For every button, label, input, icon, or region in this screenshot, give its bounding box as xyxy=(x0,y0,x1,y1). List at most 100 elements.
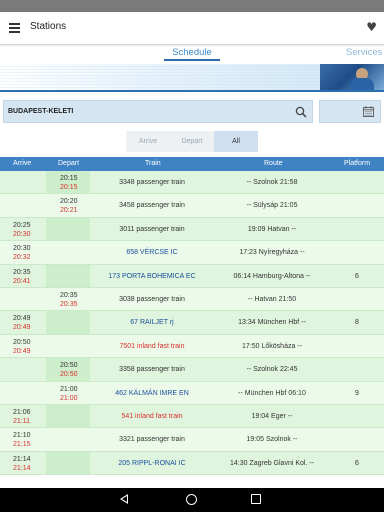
calendar-icon[interactable] xyxy=(363,106,374,117)
header-platform: Platform xyxy=(344,160,371,167)
arrive-actual: 20:49 xyxy=(13,347,31,355)
route-text: 06:14 Hamburg-Altona -- xyxy=(233,272,311,280)
tab-bar: Schedule Services xyxy=(0,44,384,64)
arrive-cell: 21:06 21:11 xyxy=(0,405,46,427)
station-search-value: BUDAPEST-KELETI xyxy=(8,108,74,115)
route-text: 14:30 Zagreb Glavni Kol. -- xyxy=(229,459,315,467)
table-row[interactable]: 20:15 20:15 3348 passenger train -- Szolnok… xyxy=(0,171,384,195)
header-depart: Depart xyxy=(58,160,80,167)
arrive-actual: 20:49 xyxy=(13,324,31,332)
table-row[interactable]: 20:20 20:21 3458 passenger train -- Sülysáp… xyxy=(0,194,384,218)
arrive-actual: 21:14 xyxy=(13,464,31,472)
arrive-cell: 20:49 20:49 xyxy=(0,311,46,333)
header-banner xyxy=(0,64,384,92)
table-row[interactable]: 20:50 20:50 3358 passenger train -- Szolnok… xyxy=(0,358,384,382)
arrive-scheduled: 20:30 xyxy=(13,245,31,253)
table-row[interactable]: 21:14 21:14 205 RIPPL-RONAI IC 14:30 Zagreb… xyxy=(0,451,384,476)
table-row[interactable]: 20:25 20:30 3011 passenger train 19:09 Hatv… xyxy=(0,217,384,242)
train-name: 67 RAILJET rj xyxy=(130,319,174,327)
table-row[interactable]: 20:30 20:32 658 VÉRCSE IC 17:23 Nyíregyháza… xyxy=(0,241,384,265)
schedule-table: 20:15 20:15 3348 passenger train -- Szolnok… xyxy=(0,171,384,476)
arrive-scheduled: 21:10 xyxy=(13,432,31,440)
table-row[interactable]: 20:49 20:49 67 RAILJET rj 13:34 München Hbf… xyxy=(0,311,384,335)
arrive-scheduled: 20:49 xyxy=(13,315,31,323)
arrive-scheduled: 20:25 xyxy=(13,221,31,229)
depart-actual: 21:00 xyxy=(60,394,78,402)
arrive-cell: 20:30 20:32 xyxy=(0,241,46,263)
train-name: 173 PORTA BOHEMICA EC xyxy=(108,272,196,280)
home-icon[interactable] xyxy=(186,494,197,505)
depart-cell: 20:50 20:50 xyxy=(46,358,90,381)
arrive-cell: 21:10 21:15 xyxy=(0,428,46,450)
platform-number: 8 xyxy=(355,319,359,327)
banner-divider xyxy=(0,90,384,92)
table-row[interactable]: 20:35 20:41 173 PORTA BOHEMICA EC 06:14 Ham… xyxy=(0,264,384,288)
status-bar xyxy=(0,0,384,12)
route-text: -- München Hbf 06:10 xyxy=(238,389,306,397)
route-text: -- Szolnok 21:58 xyxy=(246,179,298,186)
route-text: -- Sülysáp 21:05 xyxy=(246,202,298,210)
header-arrive: Arrive xyxy=(13,160,32,167)
filter-all-button[interactable]: All xyxy=(214,131,258,152)
train-name: 658 VÉRCSE IC xyxy=(126,249,178,257)
train-name: 462 KÁLMÁN IMRE EN xyxy=(115,389,189,397)
table-header: Arrive Depart Train Route Platform xyxy=(0,157,384,171)
tab-schedule[interactable]: Schedule xyxy=(164,47,220,61)
arrive-actual: 20:30 xyxy=(13,230,31,238)
arrive-scheduled: 21:06 xyxy=(13,408,31,416)
train-name: 3458 passenger train xyxy=(119,202,185,210)
depart-scheduled: 21:00 xyxy=(60,385,78,393)
platform-number: 6 xyxy=(355,459,359,467)
arrive-scheduled: 21:14 xyxy=(13,455,31,463)
hamburger-menu-icon[interactable] xyxy=(9,23,20,33)
depart-actual: 20:50 xyxy=(60,371,78,379)
app-title: Stations xyxy=(30,21,67,32)
tab-services[interactable]: Services xyxy=(346,47,382,58)
table-row[interactable]: 20:35 20:35 3038 passenger train -- Hatvan … xyxy=(0,287,384,312)
arrive-scheduled: 20:35 xyxy=(13,268,31,276)
route-text: -- Szolnok 22:45 xyxy=(246,366,298,374)
heart-icon[interactable]: ♥ xyxy=(366,20,377,34)
header-route: Route xyxy=(264,160,283,167)
arrive-cell xyxy=(0,382,46,404)
filter-arrive-button[interactable]: Arrive xyxy=(126,131,170,152)
arrive-cell: 20:25 20:30 xyxy=(0,218,46,240)
arrive-cell: 20:50 20:49 xyxy=(0,335,46,357)
depart-cell xyxy=(46,264,90,287)
header-train: Train xyxy=(145,160,161,167)
train-name: 3348 passenger train xyxy=(119,179,185,186)
route-text: 19:09 Hatvan -- xyxy=(247,225,297,233)
platform-number: 6 xyxy=(355,272,359,280)
depart-scheduled: 20:35 xyxy=(60,291,78,299)
table-row[interactable]: 21:06 21:11 541 inland fast train 19:04 Ege… xyxy=(0,404,384,429)
depart-scheduled: 20:50 xyxy=(60,362,78,370)
depart-cell xyxy=(46,404,90,428)
depart-scheduled: 20:20 xyxy=(60,198,78,206)
recent-apps-icon[interactable] xyxy=(251,494,261,504)
filter-depart-button[interactable]: Depart xyxy=(170,131,214,152)
arrive-actual: 20:32 xyxy=(13,254,31,262)
depart-cell: 20:15 20:15 xyxy=(46,171,90,194)
station-search-input[interactable]: BUDAPEST-KELETI xyxy=(3,100,313,123)
train-name: 541 inland fast train xyxy=(121,412,183,420)
table-row[interactable]: 21:10 21:15 3321 passenger train 19:05 Szol… xyxy=(0,428,384,452)
arrive-cell: 21:14 21:14 xyxy=(0,452,46,474)
route-text: 19:05 Szolnok -- xyxy=(246,436,298,444)
depart-cell xyxy=(46,451,90,475)
route-text: 17:50 Lőkösháza -- xyxy=(242,342,302,350)
arrive-actual: 20:41 xyxy=(13,277,31,285)
depart-cell: 20:20 20:21 xyxy=(46,194,90,216)
table-row[interactable]: 21:00 21:00 462 KÁLMÁN IMRE EN -- München H… xyxy=(0,381,384,405)
arrive-cell xyxy=(0,358,46,380)
search-icon[interactable] xyxy=(295,106,307,118)
depart-cell: 21:00 21:00 xyxy=(46,382,90,404)
depart-cell xyxy=(46,428,90,450)
date-picker[interactable] xyxy=(319,100,381,123)
depart-actual: 20:21 xyxy=(60,207,78,215)
train-name: 3038 passenger train xyxy=(119,295,185,303)
depart-cell xyxy=(46,335,90,357)
table-row[interactable]: 20:50 20:49 7501 inland fast train 17:50 Lő… xyxy=(0,334,384,359)
train-name: 3011 passenger train xyxy=(119,225,185,233)
depart-cell xyxy=(46,311,90,334)
arrive-actual: 21:15 xyxy=(13,441,31,449)
